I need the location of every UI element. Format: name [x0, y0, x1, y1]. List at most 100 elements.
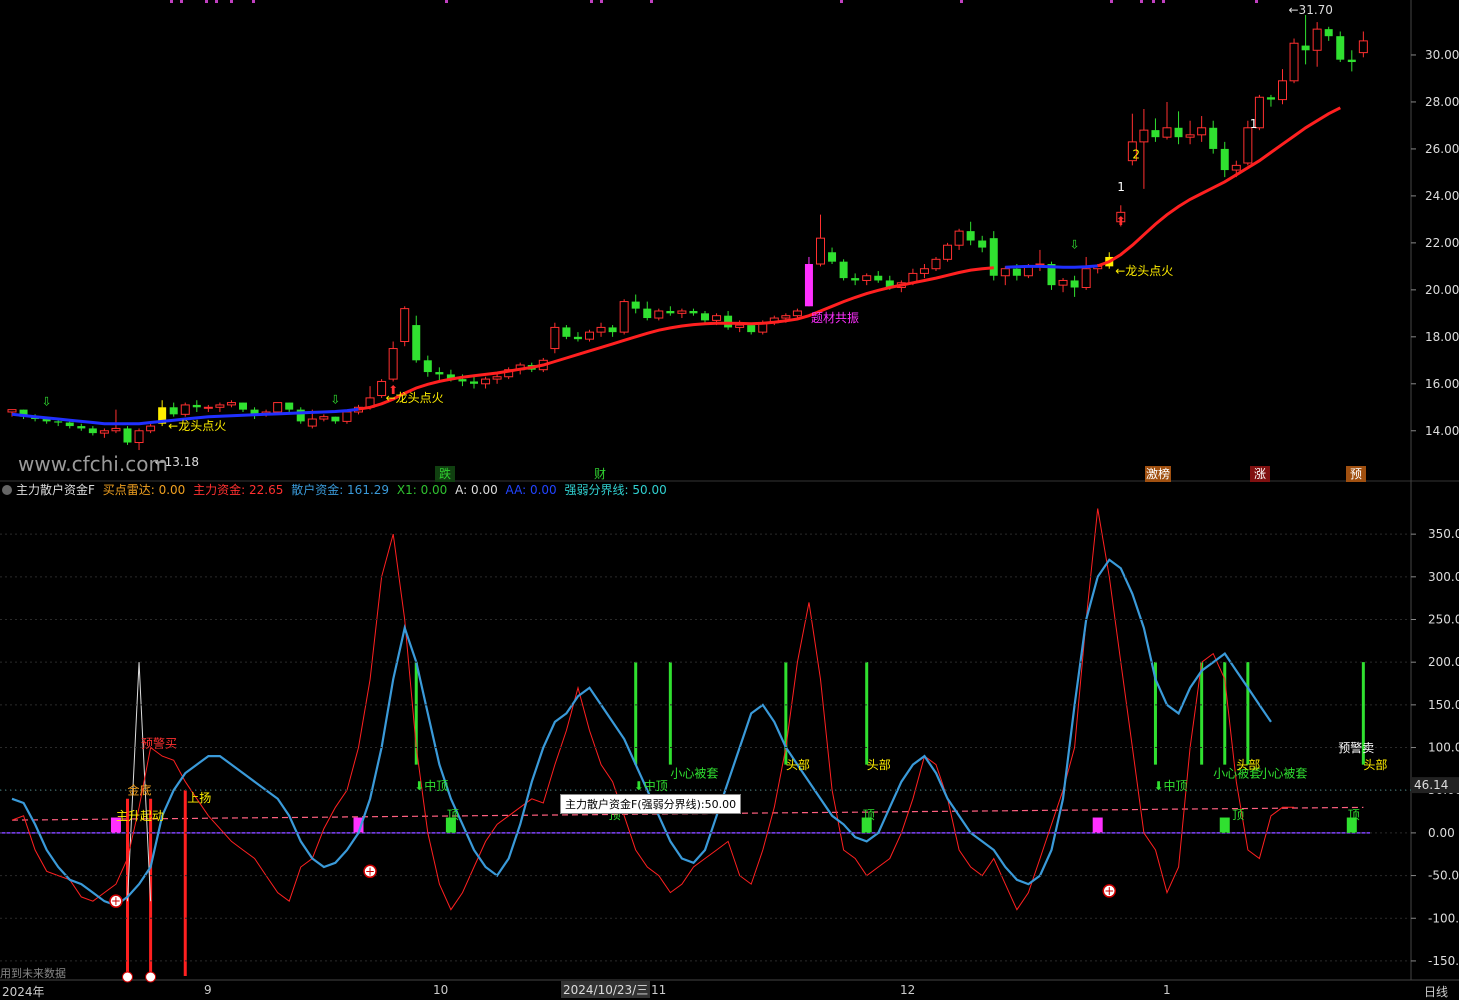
candle-body — [285, 402, 294, 410]
event-marker[interactable]: 财 — [590, 466, 610, 482]
buy-point-icon: + — [365, 864, 375, 878]
candle-body — [123, 428, 132, 443]
candle-body — [1312, 28, 1322, 51]
candle-body — [919, 268, 929, 274]
down-arrow-icon: ⇩ — [1070, 237, 1080, 251]
candle-body — [1209, 127, 1218, 149]
candle-body — [331, 416, 340, 422]
x-axis-label: 12 — [900, 983, 916, 997]
candle-body — [1266, 97, 1275, 100]
top-label: 顶 — [1232, 808, 1244, 822]
candle-body — [596, 326, 606, 333]
top-label: 顶 — [1348, 808, 1360, 822]
top-marker-dot — [1162, 0, 1165, 3]
candle-body — [862, 275, 872, 281]
candle-body — [192, 404, 201, 408]
candle-body — [492, 376, 502, 380]
candle-body — [134, 430, 144, 444]
indicator-pane[interactable] — [0, 482, 1411, 980]
bottom-label: 金底 — [128, 782, 152, 797]
candle-body — [689, 310, 698, 314]
candle-body — [839, 261, 848, 279]
candle-body — [1081, 268, 1091, 288]
candle-body — [1336, 36, 1345, 60]
top-marker-dot — [180, 0, 183, 3]
indicator-name[interactable]: 主力散户资金F — [16, 483, 95, 497]
mid-top-label: ⬇中顶 — [634, 778, 668, 793]
candle-body — [54, 421, 63, 423]
price-axis-label: 22.00 — [1425, 236, 1459, 250]
crosshair-tooltip: 主力散户资金F(强弱分界线):50.00 — [560, 794, 742, 814]
indicator-menu-icon[interactable] — [2, 485, 12, 495]
candle-body — [1243, 127, 1253, 164]
indicator-field: X1: 0.00 — [396, 483, 448, 497]
up-arrow-icon: ⬆ — [388, 383, 398, 397]
candle-body — [1301, 45, 1310, 51]
top-marker-dot — [445, 0, 448, 3]
head-label: 头部 — [867, 757, 891, 772]
candle-body — [1231, 164, 1241, 171]
event-marker[interactable]: 跌 — [435, 466, 455, 482]
signal-box — [1219, 817, 1230, 833]
price-axis-label: 28.00 — [1425, 95, 1459, 109]
top-marker-dot — [960, 0, 963, 3]
candle-body — [1358, 40, 1368, 54]
candle-body — [458, 379, 467, 382]
candle-body — [1220, 148, 1229, 171]
candle-body — [111, 427, 121, 432]
crosshair-date-label: 2024/10/23/三 — [561, 981, 651, 998]
candle-body — [1197, 127, 1207, 136]
top-marker-dot — [1152, 0, 1155, 3]
candle-body — [643, 308, 652, 319]
price-pane[interactable] — [0, 0, 1411, 470]
candle-body — [435, 372, 444, 375]
trapped-label: 小心被套 — [1259, 766, 1307, 780]
event-marker[interactable]: 涨 — [1250, 466, 1270, 482]
indicator-axis-label: 300.00 — [1428, 570, 1459, 584]
warn-buy-label: 预警买 — [141, 736, 177, 751]
candle-body — [828, 252, 837, 262]
candle-body — [677, 310, 687, 314]
rally-label: 上扬 — [187, 790, 211, 805]
candle-body — [412, 325, 421, 361]
indicator-axis-label: -100.00 — [1428, 911, 1459, 925]
candle-body — [747, 325, 756, 333]
candle-body — [874, 275, 883, 281]
candle-body — [180, 404, 190, 415]
top-marker-dot — [840, 0, 843, 3]
candle-body — [631, 301, 640, 309]
candle-body — [724, 315, 733, 328]
candle-body — [943, 244, 953, 260]
event-marker[interactable]: 激榜 — [1145, 466, 1171, 482]
top-marker-dot — [205, 0, 208, 3]
candle-body — [400, 308, 410, 343]
candle-body — [7, 409, 17, 413]
candle-body — [608, 327, 617, 333]
candle-body — [470, 381, 478, 384]
candle-body — [239, 402, 247, 410]
candle-body — [931, 258, 941, 270]
stock-chart-canvas[interactable]: 30.0028.0026.0024.0022.0020.0018.0016.00… — [0, 0, 1459, 1000]
indicator-field: 主力资金: 22.65 — [193, 483, 284, 497]
price-axis-label: 18.00 — [1425, 330, 1459, 344]
up-arrow-icon: ⬆ — [1116, 214, 1126, 228]
candle-body — [273, 402, 283, 413]
start-label: 主升起动 — [116, 809, 164, 823]
indicator-axis-label: -150.00 — [1428, 954, 1459, 968]
candle-body — [1000, 268, 1010, 277]
candle-body — [1139, 129, 1149, 143]
candle-body — [1070, 280, 1079, 288]
candle-body — [1347, 59, 1356, 63]
number-label: 1 — [1117, 180, 1125, 194]
candle-body — [989, 238, 998, 276]
indicator-axis-label: 250.00 — [1428, 613, 1459, 627]
indicator-axis-label: 100.00 — [1428, 741, 1459, 755]
x-axis-label: 1 — [1163, 983, 1171, 997]
x-axis-label: 9 — [204, 983, 212, 997]
candle-body — [1058, 279, 1068, 286]
event-marker[interactable]: 预 — [1346, 466, 1366, 482]
buy-point-icon: + — [1104, 884, 1114, 898]
price-high-label: ←31.70 — [1289, 3, 1333, 17]
period-label[interactable]: 日线 — [1424, 983, 1448, 1000]
buy-point-icon: + — [111, 894, 121, 908]
